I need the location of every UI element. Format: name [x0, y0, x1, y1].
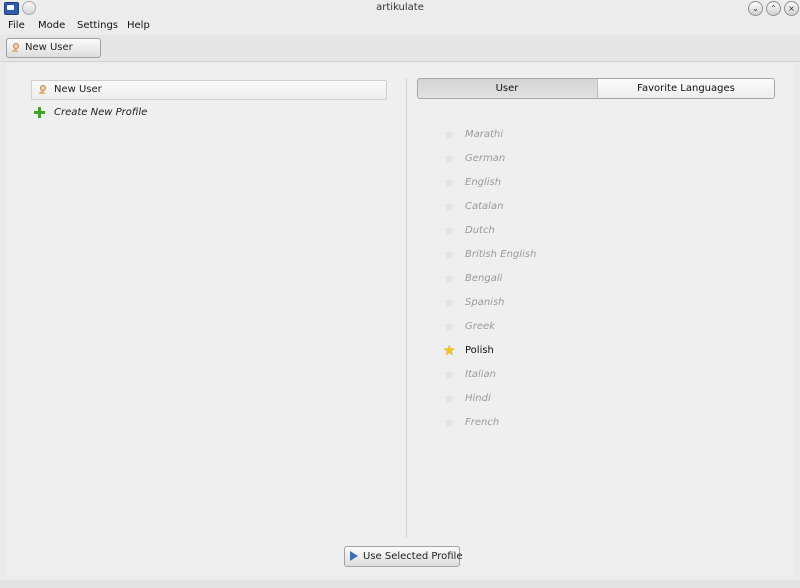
star-icon[interactable]: ★ [443, 176, 456, 190]
language-label: Spanish [465, 297, 505, 308]
use-selected-profile-button[interactable]: Use Selected Profile [344, 546, 463, 567]
star-icon[interactable]: ★ [443, 320, 456, 334]
star-icon[interactable]: ★ [443, 248, 456, 262]
user-icon [11, 42, 19, 53]
profile-name: New User [54, 84, 102, 95]
language-label: Bengali [465, 273, 503, 284]
toolbar: New User [0, 35, 800, 62]
menu-help[interactable]: Help [127, 20, 150, 31]
star-icon[interactable]: ★ [443, 128, 456, 142]
language-label: Marathi [465, 129, 504, 140]
menu-bar: File Mode Settings Help [0, 17, 800, 35]
play-icon [350, 551, 358, 561]
star-icon[interactable]: ★ [443, 368, 456, 382]
language-label: Catalan [465, 201, 504, 212]
tab-favorite-languages[interactable]: Favorite Languages [597, 79, 774, 98]
language-label: Hindi [465, 393, 491, 404]
language-label: French [465, 417, 500, 428]
star-icon[interactable]: ★ [443, 272, 456, 286]
menu-mode[interactable]: Mode [38, 20, 65, 31]
current-user-label: New User [25, 42, 73, 53]
create-profile-label: Create New Profile [54, 107, 148, 118]
menu-file[interactable]: File [8, 20, 25, 31]
language-label: Greek [465, 321, 495, 332]
status-bar [0, 580, 800, 588]
tab-user[interactable]: User [418, 79, 596, 98]
star-icon[interactable]: ★ [443, 344, 456, 358]
window-title: artikulate [376, 2, 424, 13]
maximize-icon[interactable]: ⌃ [766, 1, 781, 16]
star-icon[interactable]: ★ [443, 152, 456, 166]
current-user-button[interactable]: New User [6, 38, 101, 58]
language-label: Italian [465, 369, 497, 380]
star-icon[interactable]: ★ [443, 224, 456, 238]
star-icon[interactable]: ★ [443, 392, 456, 406]
minimize-icon[interactable]: ⌄ [748, 1, 763, 16]
star-icon[interactable]: ★ [443, 416, 456, 430]
star-icon[interactable]: ★ [443, 296, 456, 310]
panel-divider [406, 78, 407, 538]
close-icon[interactable]: × [784, 1, 799, 16]
title-bar: artikulate ⌄ ⌃ × [0, 0, 800, 17]
star-icon[interactable]: ★ [443, 200, 456, 214]
language-label: Dutch [465, 225, 495, 236]
profile-selector-panel: New User Create New Profile User Favorit… [7, 64, 793, 576]
language-label: British English [465, 249, 537, 260]
language-label: German [465, 153, 506, 164]
use-selected-profile-label: Use Selected Profile [363, 551, 463, 562]
user-icon [38, 84, 46, 95]
plus-icon [34, 107, 45, 118]
language-label: English [465, 177, 502, 188]
menu-settings[interactable]: Settings [77, 20, 118, 31]
profile-list-item[interactable]: New User [31, 80, 387, 100]
create-new-profile-button[interactable]: Create New Profile [31, 105, 231, 121]
tab-bar: User Favorite Languages [417, 78, 775, 99]
language-label: Polish [465, 345, 494, 356]
